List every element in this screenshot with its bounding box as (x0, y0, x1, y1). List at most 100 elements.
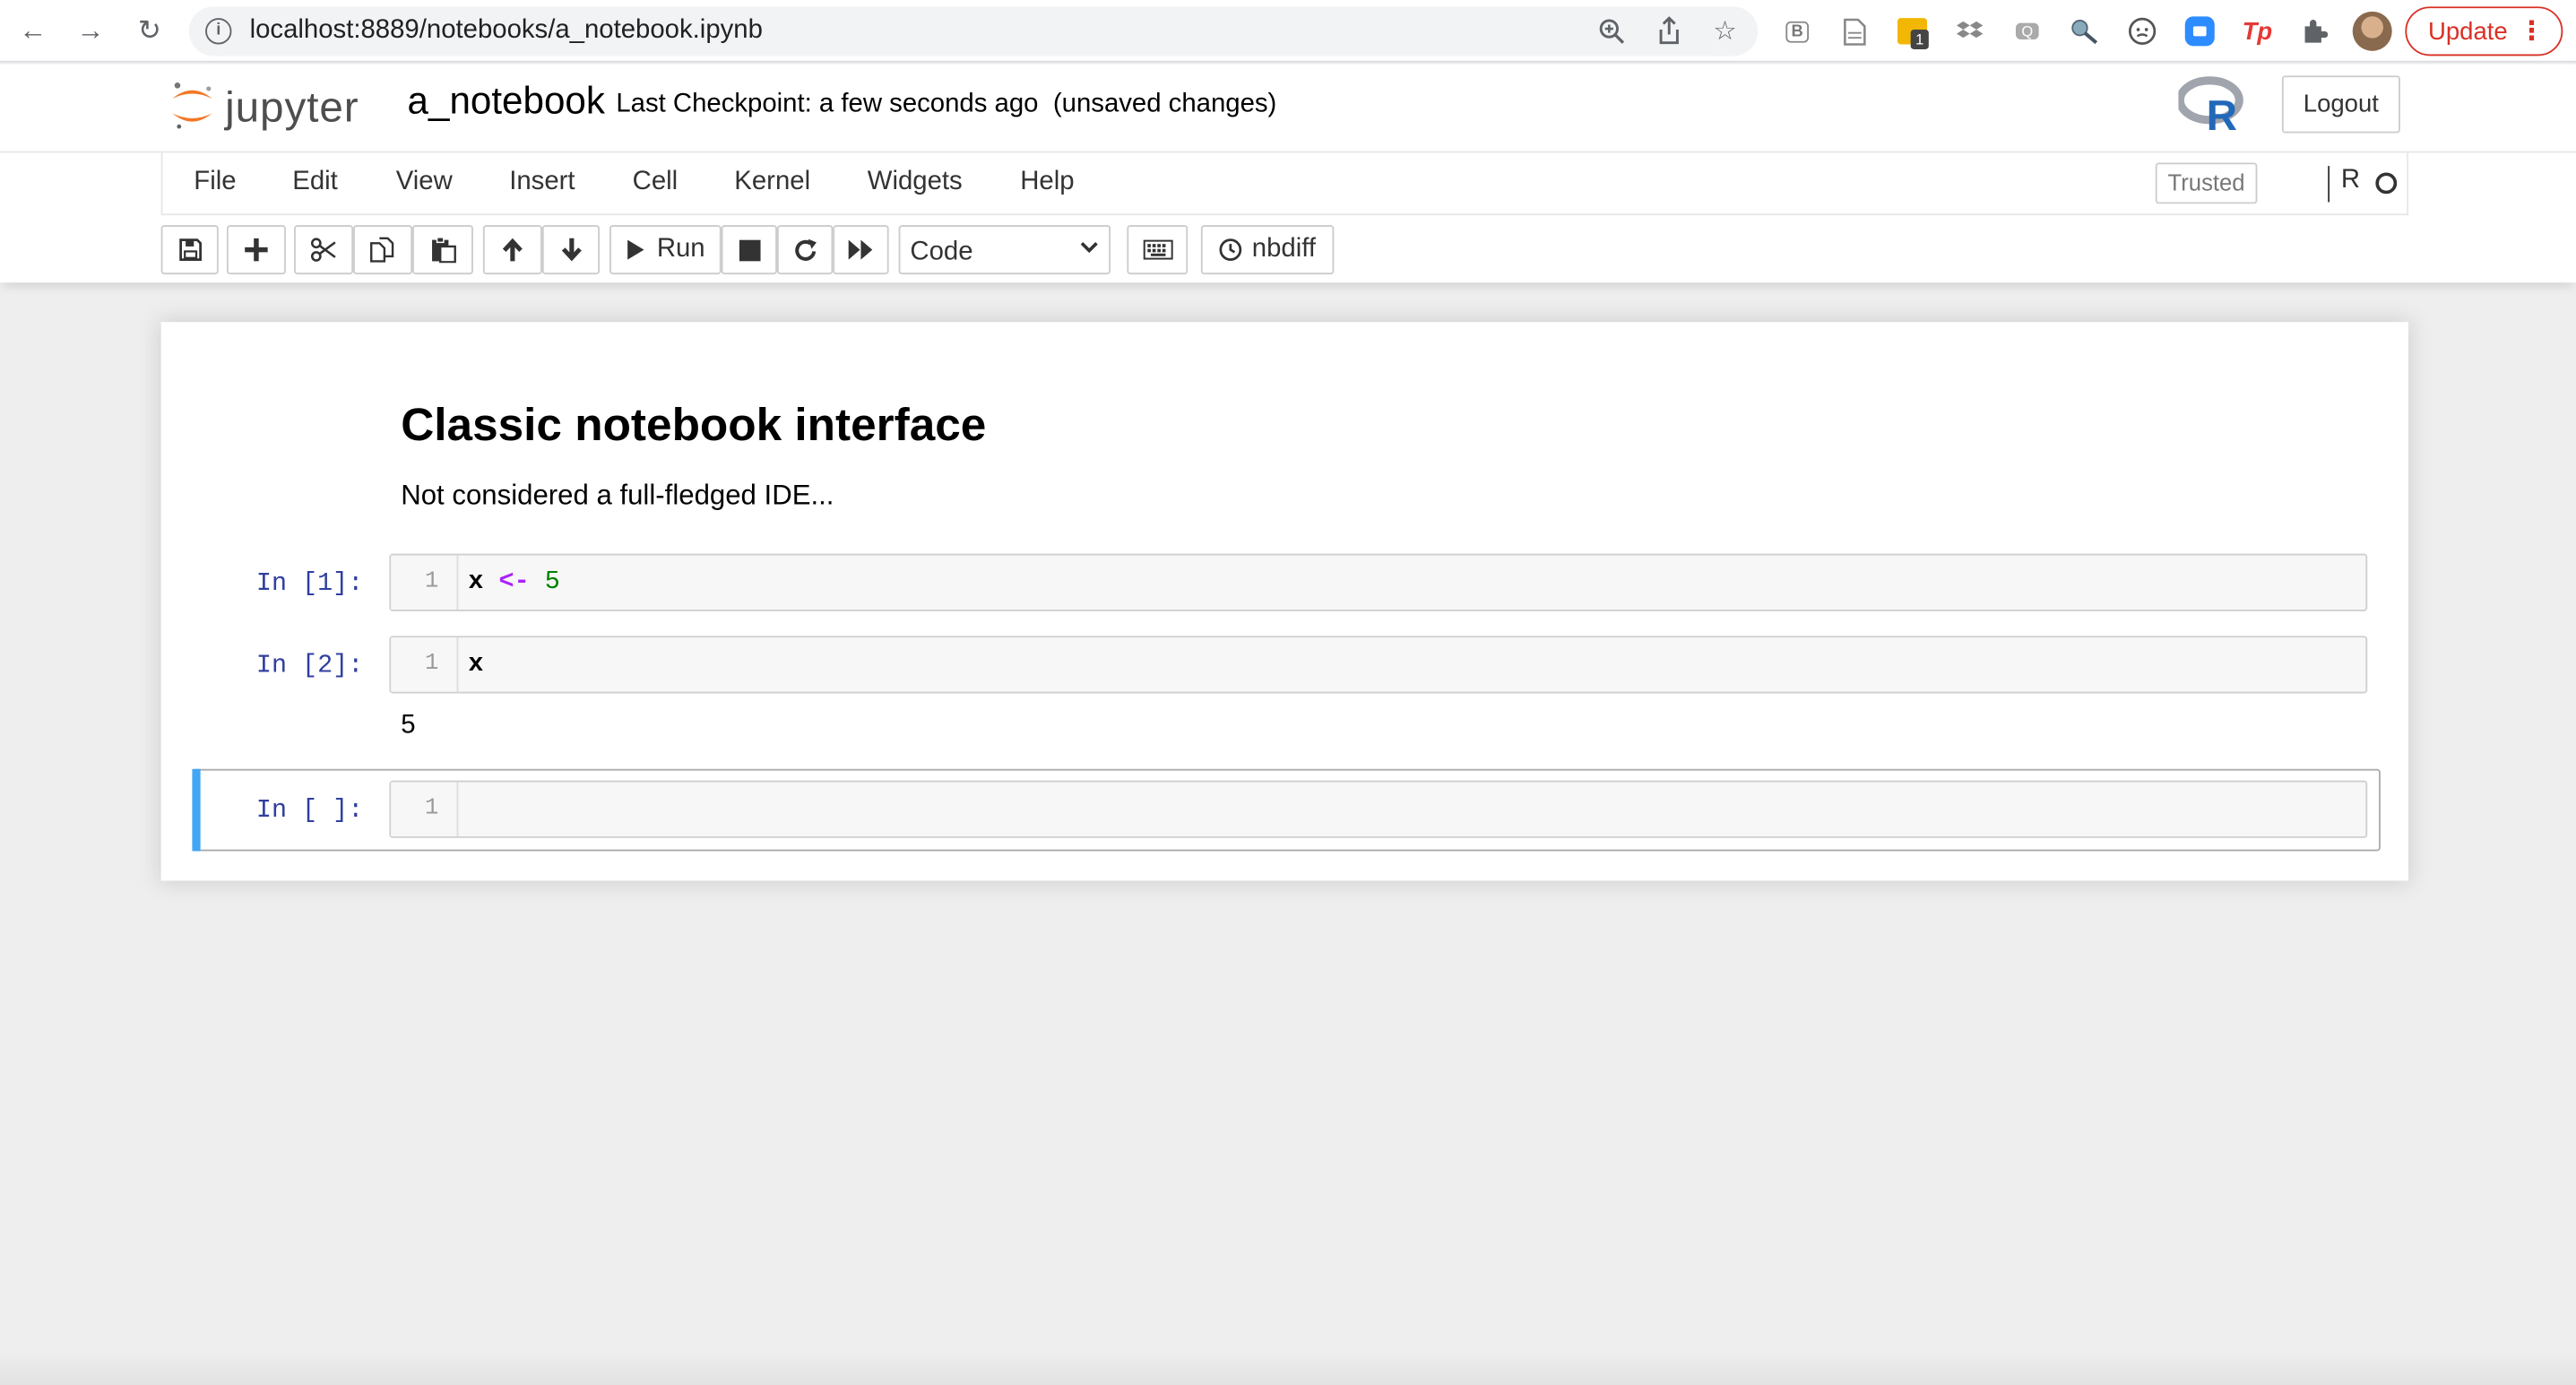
chevron-down-icon (1079, 237, 1099, 261)
input-prompt: In [2]: (255, 650, 364, 680)
copy-button[interactable] (353, 225, 413, 275)
menu-insert[interactable]: Insert (509, 168, 575, 197)
zoom-meeting-icon[interactable] (2183, 14, 2217, 48)
run-button[interactable]: Run (609, 225, 722, 275)
autosave-status: (unsaved changes) (1052, 90, 1277, 118)
menu-file[interactable]: File (194, 168, 236, 197)
site-info-icon[interactable]: i (205, 18, 232, 45)
selected-cell-indicator (192, 768, 201, 852)
cell-output: 5 (401, 711, 416, 740)
extensions-puzzle-icon[interactable] (2298, 14, 2331, 48)
interrupt-kernel-button[interactable] (721, 225, 777, 275)
markdown-heading[interactable]: Classic notebook interface (401, 399, 986, 452)
extension-b-icon[interactable]: B (1781, 14, 1814, 48)
restart-icon (794, 238, 817, 260)
code-cell-input[interactable]: 1 x (389, 636, 2368, 694)
fast-forward-icon (848, 239, 873, 260)
code-token-variable: x (468, 567, 484, 597)
menu-widgets[interactable]: Widgets (868, 168, 963, 197)
dropbox-icon[interactable] (1953, 14, 1986, 48)
keyboard-icon (1142, 239, 1172, 260)
menu-kernel[interactable]: Kernel (734, 168, 810, 197)
browser-toolbar: ← → ↻ i localhost:8889/notebooks/a_noteb… (0, 0, 2576, 63)
line-number: 1 (391, 637, 459, 692)
jupyter-header: jupyter a_notebook Last Checkpoint: a fe… (0, 64, 2576, 151)
update-button[interactable]: Update ⋮ (2405, 6, 2563, 56)
copy-icon (370, 237, 394, 263)
extension-tp-icon[interactable]: Tp (2241, 14, 2274, 48)
insert-cell-button[interactable] (226, 225, 286, 275)
move-down-button[interactable] (541, 225, 601, 275)
jupyter-logo-icon (172, 82, 212, 129)
code-cell-input[interactable]: 1 x <- 5 (389, 553, 2368, 611)
extension-chat-icon[interactable]: Q (2010, 14, 2044, 48)
scissors-icon (310, 238, 336, 262)
move-up-button[interactable] (482, 225, 542, 275)
cell-type-select[interactable]: Code (898, 225, 1111, 275)
screen: ← → ↻ i localhost:8889/notebooks/a_noteb… (0, 0, 2576, 1385)
menu-edit[interactable]: Edit (292, 168, 338, 197)
cut-button[interactable] (294, 225, 354, 275)
nbdiff-button[interactable]: nbdiff (1200, 225, 1335, 275)
paste-icon (431, 237, 455, 264)
extension-document-icon[interactable] (1838, 14, 1871, 48)
extension-face-icon[interactable] (2126, 14, 2159, 48)
save-icon (178, 238, 202, 261)
markdown-paragraph[interactable]: Not considered a full-fledged IDE... (401, 480, 834, 513)
play-icon (627, 239, 644, 260)
notebook-name[interactable]: a_notebook (408, 79, 605, 123)
stop-icon (738, 238, 760, 261)
input-prompt: In [ ]: (255, 795, 364, 826)
run-label: Run (656, 235, 705, 264)
code-token-variable: x (468, 648, 484, 679)
bookmark-star-icon[interactable]: ☆ (1708, 14, 1742, 48)
restart-run-all-button[interactable] (833, 225, 889, 275)
trusted-indicator[interactable]: Trusted (2155, 162, 2258, 204)
logout-button[interactable]: Logout (2281, 75, 2400, 134)
menubar: File Edit View Insert Cell Kernel Widget… (160, 152, 2409, 216)
history-clock-icon (1219, 238, 1242, 261)
paste-button[interactable] (412, 225, 473, 275)
jupyter-logo[interactable]: jupyter (169, 75, 383, 134)
extension-notes-icon[interactable]: 1 (1896, 14, 1929, 49)
back-arrow-icon[interactable]: ← (13, 12, 53, 51)
menu-view[interactable]: View (396, 168, 453, 197)
notebook-container: Classic notebook interface Not considere… (160, 322, 2409, 881)
code-line[interactable]: x <- 5 (468, 556, 559, 610)
extension-badge: 1 (1910, 29, 1929, 49)
code-line[interactable]: x (468, 637, 483, 691)
line-number: 1 (391, 555, 459, 610)
zoom-icon[interactable] (1595, 14, 1629, 48)
profile-avatar[interactable] (2352, 11, 2392, 51)
restart-kernel-button[interactable] (776, 225, 834, 275)
arrow-down-icon (560, 238, 581, 262)
menu-cell[interactable]: Cell (633, 168, 679, 197)
command-palette-button[interactable] (1127, 225, 1189, 275)
more-menu-icon: ⋮ (2518, 18, 2546, 47)
save-button[interactable] (160, 225, 219, 275)
extension-search-icon[interactable] (2069, 14, 2102, 48)
forward-arrow-icon[interactable]: → (71, 12, 110, 51)
code-token-operator: <- (498, 567, 530, 597)
update-label: Update (2428, 18, 2508, 47)
line-number: 1 (391, 782, 459, 836)
arrow-up-icon (502, 238, 523, 262)
reload-icon[interactable]: ↻ (130, 12, 169, 51)
code-cell-input[interactable]: 1 (389, 780, 2368, 838)
address-bar[interactable]: i localhost:8889/notebooks/a_notebook.ip… (188, 6, 1759, 56)
jupyter-wordmark: jupyter (225, 82, 359, 132)
plus-icon (245, 238, 268, 262)
checkpoint-status: Last Checkpoint: a few seconds ago (616, 90, 1039, 118)
code-token-number: 5 (544, 567, 560, 597)
share-icon[interactable] (1653, 14, 1686, 48)
r-kernel-letter: R (2207, 92, 2237, 134)
nbdiff-label: nbdiff (1251, 235, 1317, 264)
kernel-name: R (2328, 166, 2360, 203)
bottom-shadow (0, 1350, 2576, 1385)
url-text[interactable]: localhost:8889/notebooks/a_notebook.ipyn… (250, 16, 763, 46)
cell-type-value: Code (910, 238, 973, 266)
input-prompt: In [1]: (255, 568, 364, 599)
kernel-status-idle-icon (2375, 172, 2398, 195)
r-kernel-logo: R (2175, 75, 2243, 140)
menu-help[interactable]: Help (1020, 168, 1074, 197)
